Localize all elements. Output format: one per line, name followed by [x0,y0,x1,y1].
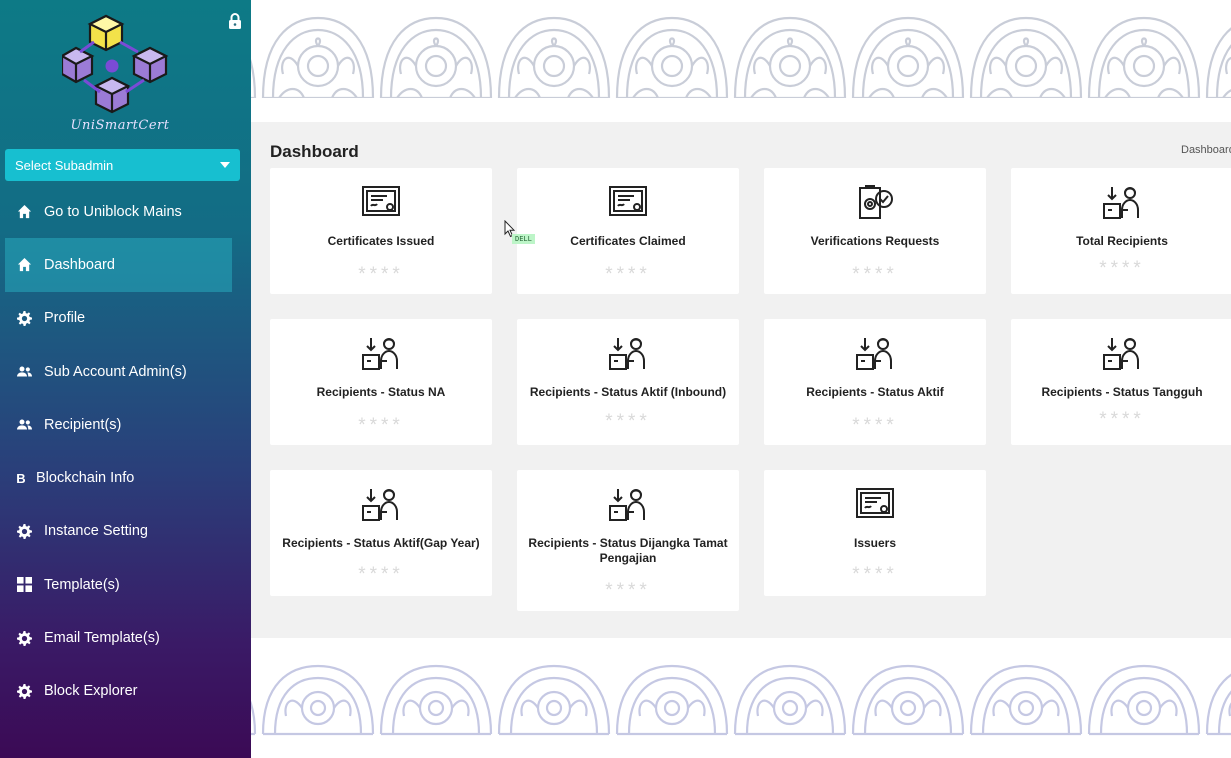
card-value: **** [605,580,651,601]
certificate-icon [856,488,894,518]
sidebar-nav: Go to Uniblock Mains Dashboard Profile S… [0,185,251,718]
sidebar-item-go-to-uniblock-mains[interactable]: Go to Uniblock Mains [5,185,232,238]
recipient-icon [609,338,645,370]
select-subadmin-dropdown[interactable]: Select Subadmin [5,149,240,181]
page-title: Dashboard [270,142,359,161]
recipient-icon [1103,338,1139,370]
gear-icon [16,523,32,539]
card-label: Recipients - Status Aktif (Inbound) [529,385,727,399]
stat-card-issuers[interactable]: Issuers **** [764,470,986,596]
recipient-icon [1103,187,1139,219]
card-value: **** [358,564,404,585]
certificate-icon [609,186,647,216]
card-value: **** [605,264,651,285]
card-value: **** [605,411,651,432]
gear-icon [16,630,32,646]
recipient-icon [856,338,892,370]
b-letter-icon: B [16,470,26,486]
stat-card-recipients-status-tangguh[interactable]: Recipients - Status Tangguh **** [1011,319,1231,445]
recipient-icon [609,489,645,521]
sidebar-item-templates[interactable]: Template(s) [5,558,232,611]
sidebar-item-label: Dashboard [44,256,115,273]
stat-card-certificates-issued[interactable]: Certificates Issued **** [270,168,492,294]
card-label: Total Recipients [1076,234,1168,248]
card-value: **** [1099,409,1145,430]
gear-icon [16,310,32,326]
card-label: Verifications Requests [810,234,940,248]
sidebar-item-label: Block Explorer [44,683,138,700]
recipient-icon [362,338,398,370]
card-value: **** [358,415,404,436]
card-value: **** [852,564,898,585]
sidebar-item-label: Blockchain Info [36,470,135,487]
users-icon [16,364,32,380]
stat-card-recipients-status-aktif-gap-year[interactable]: Recipients - Status Aktif(Gap Year) **** [270,470,492,596]
card-value: **** [852,264,898,285]
sidebar-item-recipients[interactable]: Recipient(s) [5,398,232,451]
card-label: Issuers [853,536,897,550]
home-icon [16,257,32,273]
dashboard-content: Dashboard Dashboard Certificates Issued … [251,122,1231,638]
stat-card-recipients-status-aktif-inbound[interactable]: Recipients - Status Aktif (Inbound) **** [517,319,739,445]
logo-icon [62,14,169,114]
sidebar-item-label: Recipient(s) [44,416,122,433]
decorative-banner-top [251,0,1231,122]
lock-icon[interactable] [227,12,243,30]
stat-card-total-recipients[interactable]: Total Recipients **** [1011,168,1231,294]
sidebar-item-block-explorer[interactable]: Block Explorer [5,665,232,718]
card-value: **** [358,264,404,285]
card-label: Recipients - Status Dijangka Tamat Penga… [528,536,728,565]
certificate-icon [362,186,400,216]
sidebar-item-label: Instance Setting [44,523,148,540]
stat-card-recipients-status-na[interactable]: Recipients - Status NA **** [270,319,492,445]
card-label: Certificates Claimed [570,234,686,248]
cursor-tag: DELL [512,234,535,244]
sidebar-item-email-templates[interactable]: Email Template(s) [5,611,232,664]
sidebar-item-label: Go to Uniblock Mains [44,203,182,220]
card-label: Certificates Issued [327,234,435,248]
verification-icon [859,185,893,219]
grid-icon [16,577,32,593]
sidebar-item-sub-account-admins[interactable]: Sub Account Admin(s) [5,345,232,398]
sidebar-item-profile[interactable]: Profile [5,292,232,345]
card-label: Recipients - Status Tangguh [1041,385,1203,399]
card-value: **** [1099,258,1145,279]
chevron-down-icon [220,162,230,168]
sidebar-item-label: Template(s) [44,576,120,593]
stat-card-certificates-claimed[interactable]: Certificates Claimed **** [517,168,739,294]
sidebar-item-blockchain-info[interactable]: B Blockchain Info [5,451,232,504]
gear-icon [16,683,32,699]
card-label: Recipients - Status NA [316,385,446,399]
breadcrumb[interactable]: Dashboard [1181,144,1231,156]
card-value: **** [852,415,898,436]
logo-text: UniSmartCert [70,118,170,133]
sidebar-item-label: Email Template(s) [44,630,160,647]
sidebar-item-label: Profile [44,310,86,327]
recipient-icon [362,489,398,521]
home-icon [16,204,32,220]
sidebar: UniSmartCert Select Subadmin Go to Unibl… [0,0,251,758]
decorative-banner-bottom [251,638,1231,758]
card-label: Recipients - Status Aktif(Gap Year) [282,536,480,550]
sidebar-item-dashboard[interactable]: Dashboard [5,238,232,292]
sidebar-item-label: Sub Account Admin(s) [44,363,187,380]
stat-card-recipients-status-aktif[interactable]: Recipients - Status Aktif **** [764,319,986,445]
card-label: Recipients - Status Aktif [806,385,944,399]
sidebar-item-instance-setting[interactable]: Instance Setting [5,505,232,558]
stat-card-recipients-status-dijangka-tamat-pengajian[interactable]: Recipients - Status Dijangka Tamat Penga… [517,470,739,611]
users-icon [16,417,32,433]
select-subadmin-label: Select Subadmin [15,157,114,173]
stat-card-verifications-requests[interactable]: Verifications Requests **** [764,168,986,294]
